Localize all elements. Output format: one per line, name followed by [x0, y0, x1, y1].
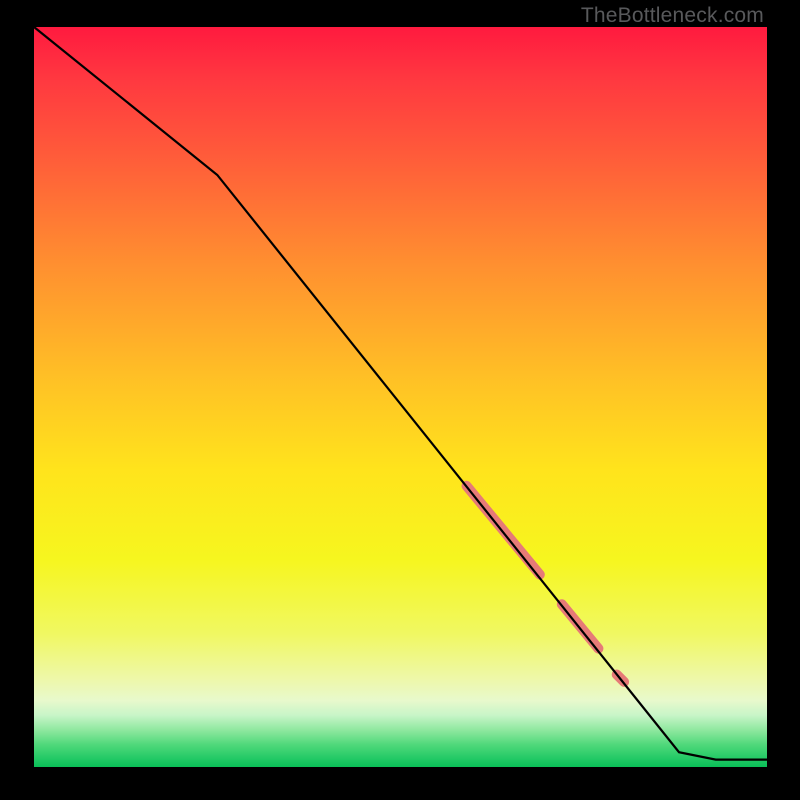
chart-frame: TheBottleneck.com: [0, 0, 800, 800]
watermark-text: TheBottleneck.com: [581, 4, 764, 28]
plot-area: [34, 27, 767, 767]
